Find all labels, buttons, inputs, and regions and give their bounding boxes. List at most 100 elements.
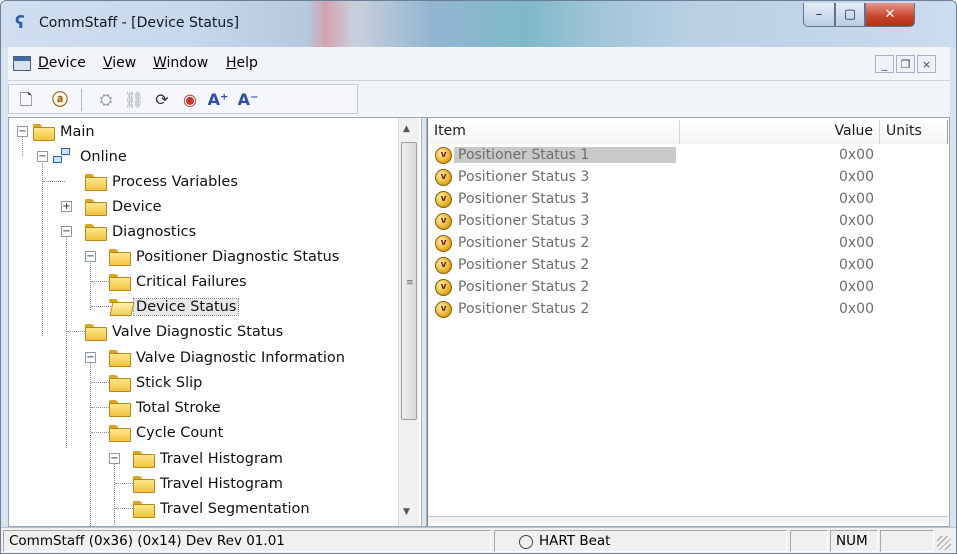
tree-item-total-stroke[interactable]: Total Stroke bbox=[109, 395, 223, 420]
variable-icon: v bbox=[435, 213, 452, 230]
tree-item-process-variables[interactable]: Process Variables bbox=[85, 169, 240, 194]
client-area: − Main − Online Process Variables + Devi… bbox=[8, 117, 950, 527]
row-item-name: Positioner Status 3 bbox=[458, 191, 590, 207]
item-list[interactable]: Item Value Units v Positioner Status 1 0… bbox=[427, 118, 950, 526]
help-icon[interactable]: ⓐ bbox=[49, 90, 71, 110]
tree-item-label: Total Stroke bbox=[136, 399, 221, 416]
row-item-value: 0x00 bbox=[838, 213, 874, 229]
tree-item-device-status[interactable]: Device Status bbox=[109, 294, 240, 319]
tree-item-travel-histogram[interactable]: Travel Histogram bbox=[133, 471, 285, 496]
child-minimize-button[interactable]: _ bbox=[875, 55, 894, 73]
toolbar-strip: 🗋 ⓐ ⛭ ⛓ ⟳ ◉ A⁺ A⁻ bbox=[8, 84, 358, 114]
folder-icon bbox=[33, 124, 55, 141]
document-window-icon[interactable] bbox=[13, 56, 31, 71]
tree-item-valve-diagnostic-information[interactable]: − Valve Diagnostic Information bbox=[85, 345, 347, 370]
row-item-value: 0x00 bbox=[838, 279, 874, 295]
list-row[interactable]: v Positioner Status 3 0x00 bbox=[428, 167, 948, 189]
row-item-name: Positioner Status 2 bbox=[458, 257, 590, 273]
scroll-up-arrow-icon[interactable]: ▲ bbox=[403, 124, 410, 134]
column-header-units[interactable]: Units bbox=[880, 120, 948, 144]
menu-window[interactable]: Window bbox=[153, 55, 208, 71]
collapse-toggle[interactable]: − bbox=[85, 352, 96, 363]
tree-item-diagnostics[interactable]: − Diagnostics bbox=[61, 219, 198, 244]
tree-item-main[interactable]: − Main bbox=[17, 119, 97, 144]
tree-item-label: Travel Histogram bbox=[160, 475, 283, 492]
expand-toggle[interactable]: + bbox=[61, 201, 72, 212]
folder-icon bbox=[85, 224, 107, 241]
status-hart-beat: HART Beat bbox=[494, 530, 787, 552]
tree-item-travel-histogram-group[interactable]: − Travel Histogram bbox=[109, 446, 285, 471]
toolbar: 🗋 ⓐ ⛭ ⛓ ⟳ ◉ A⁺ A⁻ bbox=[8, 81, 950, 117]
collapse-toggle[interactable]: − bbox=[61, 226, 72, 237]
child-restore-button[interactable]: ❐ bbox=[896, 55, 915, 73]
folder-icon bbox=[133, 501, 155, 518]
font-increase-icon[interactable]: A⁺ bbox=[207, 90, 229, 110]
variable-icon: v bbox=[435, 301, 452, 318]
column-header-value[interactable]: Value bbox=[680, 120, 880, 144]
variable-icon: v bbox=[435, 279, 452, 296]
tree-item-travel-segmentation[interactable]: Travel Segmentation bbox=[133, 496, 312, 521]
list-row[interactable]: v Positioner Status 3 0x00 bbox=[428, 189, 948, 211]
list-row[interactable]: v Positioner Status 2 0x00 bbox=[428, 233, 948, 255]
tree-item-label: Diagnostics bbox=[112, 223, 197, 240]
status-icon[interactable]: ◉ bbox=[179, 90, 201, 110]
tree-item-label: Travel Histogram bbox=[160, 450, 283, 467]
list-row[interactable]: v Positioner Status 2 0x00 bbox=[428, 277, 948, 299]
new-document-icon[interactable]: 🗋 bbox=[15, 90, 37, 110]
title-bar[interactable]: ʕ CommStaff - [Device Status] – ▢ ✕ bbox=[1, 1, 956, 47]
grip-icon: ≡ bbox=[406, 278, 414, 288]
column-header-item[interactable]: Item bbox=[428, 120, 680, 144]
device-read-icon[interactable]: ⛭ bbox=[95, 90, 117, 110]
collapse-toggle[interactable]: − bbox=[109, 453, 120, 464]
list-horizontal-scrollbar[interactable] bbox=[428, 516, 948, 524]
tree-vertical-scrollbar[interactable]: ▲ ≡ ▼ bbox=[398, 118, 419, 526]
tree-item-label: Process Variables bbox=[112, 173, 238, 190]
child-close-button[interactable]: × bbox=[917, 55, 936, 73]
network-icon[interactable]: ⛓ bbox=[123, 90, 145, 110]
tree-item-positioner-diagnostic-status[interactable]: − Positioner Diagnostic Status bbox=[85, 244, 341, 269]
tree-connector bbox=[90, 358, 91, 526]
variable-icon: v bbox=[435, 257, 452, 274]
row-item-name: Positioner Status 2 bbox=[458, 235, 590, 251]
status-num-lock: NUM bbox=[830, 530, 878, 552]
tree-connector bbox=[43, 181, 65, 182]
list-row[interactable]: v Positioner Status 2 0x00 bbox=[428, 299, 948, 321]
tree-item-online[interactable]: − Online bbox=[37, 144, 129, 169]
resize-grip-icon[interactable] bbox=[937, 536, 951, 550]
refresh-icon[interactable]: ⟳ bbox=[151, 90, 173, 110]
row-item-value: 0x00 bbox=[838, 235, 874, 251]
list-row[interactable]: v Positioner Status 2 0x00 bbox=[428, 255, 948, 277]
maximize-button[interactable]: ▢ bbox=[835, 3, 865, 27]
device-tree[interactable]: − Main − Online Process Variables + Devi… bbox=[9, 118, 421, 526]
collapse-toggle[interactable]: − bbox=[37, 151, 48, 162]
menu-device[interactable]: Device bbox=[38, 55, 86, 71]
tree-item-valve-diagnostic-status[interactable]: Valve Diagnostic Status bbox=[85, 319, 285, 344]
list-row[interactable]: v Positioner Status 3 0x00 bbox=[428, 211, 948, 233]
row-item-name: Positioner Status 1 bbox=[454, 147, 676, 163]
list-row[interactable]: v Positioner Status 1 0x00 bbox=[428, 145, 948, 167]
tree-item-cycle-count[interactable]: Cycle Count bbox=[109, 420, 225, 445]
menu-view[interactable]: View bbox=[103, 55, 136, 71]
close-button[interactable]: ✕ bbox=[865, 3, 915, 27]
tree-item-label: Travel Segmentation bbox=[160, 500, 310, 517]
tree-item-critical-failures[interactable]: Critical Failures bbox=[109, 269, 249, 294]
collapse-toggle[interactable]: − bbox=[85, 251, 96, 262]
scroll-down-arrow-icon[interactable]: ▼ bbox=[403, 507, 410, 517]
row-item-value: 0x00 bbox=[838, 169, 874, 185]
open-folder-icon bbox=[109, 299, 129, 314]
minimize-button[interactable]: – bbox=[803, 3, 835, 27]
tree-item-label: Online bbox=[80, 148, 127, 165]
network-icon bbox=[53, 147, 73, 166]
variable-icon: v bbox=[435, 147, 452, 164]
menu-help[interactable]: Help bbox=[226, 55, 258, 71]
variable-icon: v bbox=[435, 235, 452, 252]
collapse-toggle[interactable]: − bbox=[17, 126, 28, 137]
tree-item-device[interactable]: + Device bbox=[61, 194, 164, 219]
status-pane-blank bbox=[790, 530, 828, 552]
row-item-name: Positioner Status 3 bbox=[458, 213, 590, 229]
tree-item-label: Positioner Diagnostic Status bbox=[136, 248, 340, 265]
font-decrease-icon[interactable]: A⁻ bbox=[237, 90, 259, 110]
folder-icon bbox=[85, 199, 107, 216]
tree-item-stick-slip[interactable]: Stick Slip bbox=[109, 370, 204, 395]
scrollbar-thumb[interactable]: ≡ bbox=[401, 142, 417, 420]
